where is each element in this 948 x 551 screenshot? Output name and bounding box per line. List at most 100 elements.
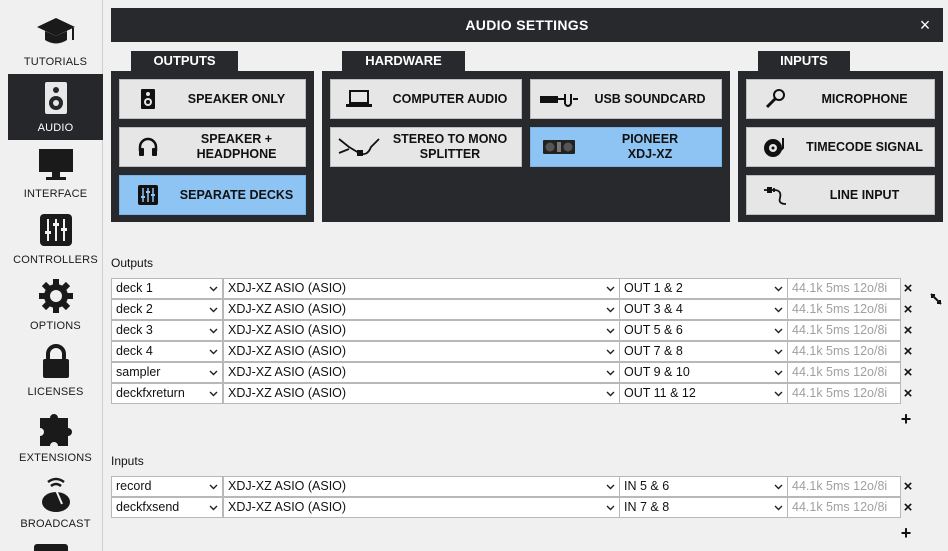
- chevron-down-icon: [606, 300, 615, 319]
- port-select[interactable]: OUT 5 & 6: [619, 320, 788, 341]
- chevron-down-icon: [606, 342, 615, 361]
- close-icon[interactable]: ×: [915, 15, 935, 35]
- device-info: 44.1k 5ms 12o/8i: [787, 320, 901, 341]
- button-label: SPEAKER ONLY: [187, 91, 286, 106]
- port-select[interactable]: OUT 9 & 10: [619, 362, 788, 383]
- device-info: 44.1k 5ms 12o/8i: [787, 341, 901, 362]
- port-select-value: OUT 1 & 2: [624, 281, 683, 295]
- controller-device-icon: [531, 139, 587, 155]
- separate-decks-button[interactable]: SEPARATE DECKS: [119, 175, 306, 215]
- device-select-value: XDJ-XZ ASIO (ASIO): [228, 500, 347, 514]
- remove-row-icon[interactable]: ×: [902, 386, 914, 401]
- port-select-value: OUT 5 & 6: [624, 323, 683, 337]
- remove-row-icon[interactable]: ×: [902, 281, 914, 296]
- sidebar-item-audio[interactable]: AUDIO: [8, 74, 103, 140]
- tab-inputs: INPUTS: [758, 51, 850, 73]
- add-output-icon[interactable]: +: [899, 410, 913, 428]
- device-select[interactable]: XDJ-XZ ASIO (ASIO): [223, 383, 620, 404]
- sidebar-item-broadcast[interactable]: BROADCAST: [8, 470, 103, 536]
- table-row: deckfxsend XDJ-XZ ASIO (ASIO) IN 7 & 8 44.1…: [111, 497, 901, 518]
- remove-row-icon[interactable]: ×: [902, 479, 914, 494]
- chevron-down-icon: [606, 321, 615, 340]
- channel-select[interactable]: deck 4: [111, 341, 223, 362]
- computer-audio-button[interactable]: COMPUTER AUDIO: [330, 79, 522, 119]
- port-select-value: IN 7 & 8: [624, 500, 670, 514]
- device-select[interactable]: XDJ-XZ ASIO (ASIO): [223, 320, 620, 341]
- chevron-down-icon: [774, 363, 783, 382]
- chevron-down-icon: [774, 342, 783, 361]
- tab-hardware: HARDWARE: [342, 51, 465, 73]
- table-row: deck 4 XDJ-XZ ASIO (ASIO) OUT 7 & 8 44.1k 5…: [111, 341, 901, 362]
- port-select[interactable]: OUT 7 & 8: [619, 341, 788, 362]
- port-select-value: IN 5 & 6: [624, 479, 670, 493]
- speaker-headphone-button[interactable]: SPEAKER + HEADPHONE: [119, 127, 306, 167]
- remove-row-icon[interactable]: ×: [902, 344, 914, 359]
- device-select[interactable]: XDJ-XZ ASIO (ASIO): [223, 341, 620, 362]
- channel-select[interactable]: deck 2: [111, 299, 223, 320]
- microphone-button[interactable]: MICROPHONE: [746, 79, 935, 119]
- device-select-value: XDJ-XZ ASIO (ASIO): [228, 323, 347, 337]
- device-select-value: XDJ-XZ ASIO (ASIO): [228, 386, 347, 400]
- channel-select-value: deck 4: [116, 344, 153, 358]
- port-select[interactable]: IN 7 & 8: [619, 497, 788, 518]
- port-select[interactable]: IN 5 & 6: [619, 476, 788, 497]
- timecode-signal-button[interactable]: TIMECODE SIGNAL: [746, 127, 935, 167]
- speaker-only-button[interactable]: SPEAKER ONLY: [119, 79, 306, 119]
- button-label: LINE INPUT: [829, 187, 900, 202]
- remove-row-icon[interactable]: ×: [902, 302, 914, 317]
- sidebar: TUTORIALS AUDIO INTERFACE CONTROLLERS OP…: [0, 0, 103, 551]
- device-select[interactable]: XDJ-XZ ASIO (ASIO): [223, 362, 620, 383]
- button-label: SPEAKER + HEADPHONE: [196, 132, 277, 161]
- device-select-value: XDJ-XZ ASIO (ASIO): [228, 302, 347, 316]
- stereo-to-mono-splitter-button[interactable]: STEREO TO MONO SPLITTER: [330, 127, 522, 167]
- sidebar-item-extensions[interactable]: EXTENSIONS: [8, 404, 103, 470]
- chevron-down-icon: [209, 300, 218, 319]
- laptop-icon: [331, 90, 387, 108]
- turntable-icon: [747, 136, 803, 158]
- speaker-icon: [8, 78, 103, 118]
- device-select[interactable]: XDJ-XZ ASIO (ASIO): [223, 299, 620, 320]
- channel-select[interactable]: deckfxsend: [111, 497, 223, 518]
- table-row: deck 1 XDJ-XZ ASIO (ASIO) OUT 1 & 2 44.1k 5…: [111, 278, 901, 299]
- channel-select[interactable]: record: [111, 476, 223, 497]
- device-select[interactable]: XDJ-XZ ASIO (ASIO): [223, 278, 620, 299]
- sidebar-item-licenses[interactable]: LICENSES: [8, 338, 103, 404]
- channel-select-value: sampler: [116, 365, 161, 379]
- device-info: 44.1k 5ms 12o/8i: [787, 497, 901, 518]
- channel-select[interactable]: deck 1: [111, 278, 223, 299]
- mixer-sliders-icon: [8, 210, 103, 250]
- sidebar-item-controllers[interactable]: CONTROLLERS: [8, 206, 103, 272]
- channel-select[interactable]: deck 3: [111, 320, 223, 341]
- channel-select-value: record: [116, 479, 152, 493]
- usb-soundcard-button[interactable]: USB SOUNDCARD: [530, 79, 722, 119]
- add-input-icon[interactable]: +: [899, 524, 913, 542]
- sidebar-item-options[interactable]: OPTIONS: [8, 272, 103, 338]
- chevron-down-icon: [209, 321, 218, 340]
- swap-arrows-icon[interactable]: [928, 291, 944, 307]
- splitter-cable-icon: [331, 135, 387, 159]
- chevron-down-icon: [209, 342, 218, 361]
- chevron-down-icon: [774, 321, 783, 340]
- device-info-value: 44.1k 5ms 12o/8i: [792, 281, 888, 295]
- sidebar-item-label: AUDIO: [37, 122, 74, 134]
- port-select-value: OUT 11 & 12: [624, 386, 696, 400]
- channel-select[interactable]: deckfxreturn: [111, 383, 223, 404]
- line-input-button[interactable]: LINE INPUT: [746, 175, 935, 215]
- channel-select[interactable]: sampler: [111, 362, 223, 383]
- button-label: USB SOUNDCARD: [594, 91, 706, 106]
- port-select[interactable]: OUT 3 & 4: [619, 299, 788, 320]
- device-select[interactable]: XDJ-XZ ASIO (ASIO): [223, 476, 620, 497]
- graduation-cap-icon: [8, 12, 103, 52]
- chevron-down-icon: [209, 384, 218, 403]
- monitor-icon: [8, 144, 103, 184]
- pioneer-xdj-xz-button[interactable]: PIONEER XDJ-XZ: [530, 127, 722, 167]
- remove-row-icon[interactable]: ×: [902, 365, 914, 380]
- port-select[interactable]: OUT 1 & 2: [619, 278, 788, 299]
- device-select[interactable]: XDJ-XZ ASIO (ASIO): [223, 497, 620, 518]
- port-select[interactable]: OUT 11 & 12: [619, 383, 788, 404]
- remove-row-icon[interactable]: ×: [902, 323, 914, 338]
- table-row: deckfxreturn XDJ-XZ ASIO (ASIO) OUT 11 & 1…: [111, 383, 901, 404]
- remove-row-icon[interactable]: ×: [902, 500, 914, 515]
- sidebar-item-interface[interactable]: INTERFACE: [8, 140, 103, 206]
- sidebar-item-tutorials[interactable]: TUTORIALS: [8, 8, 103, 74]
